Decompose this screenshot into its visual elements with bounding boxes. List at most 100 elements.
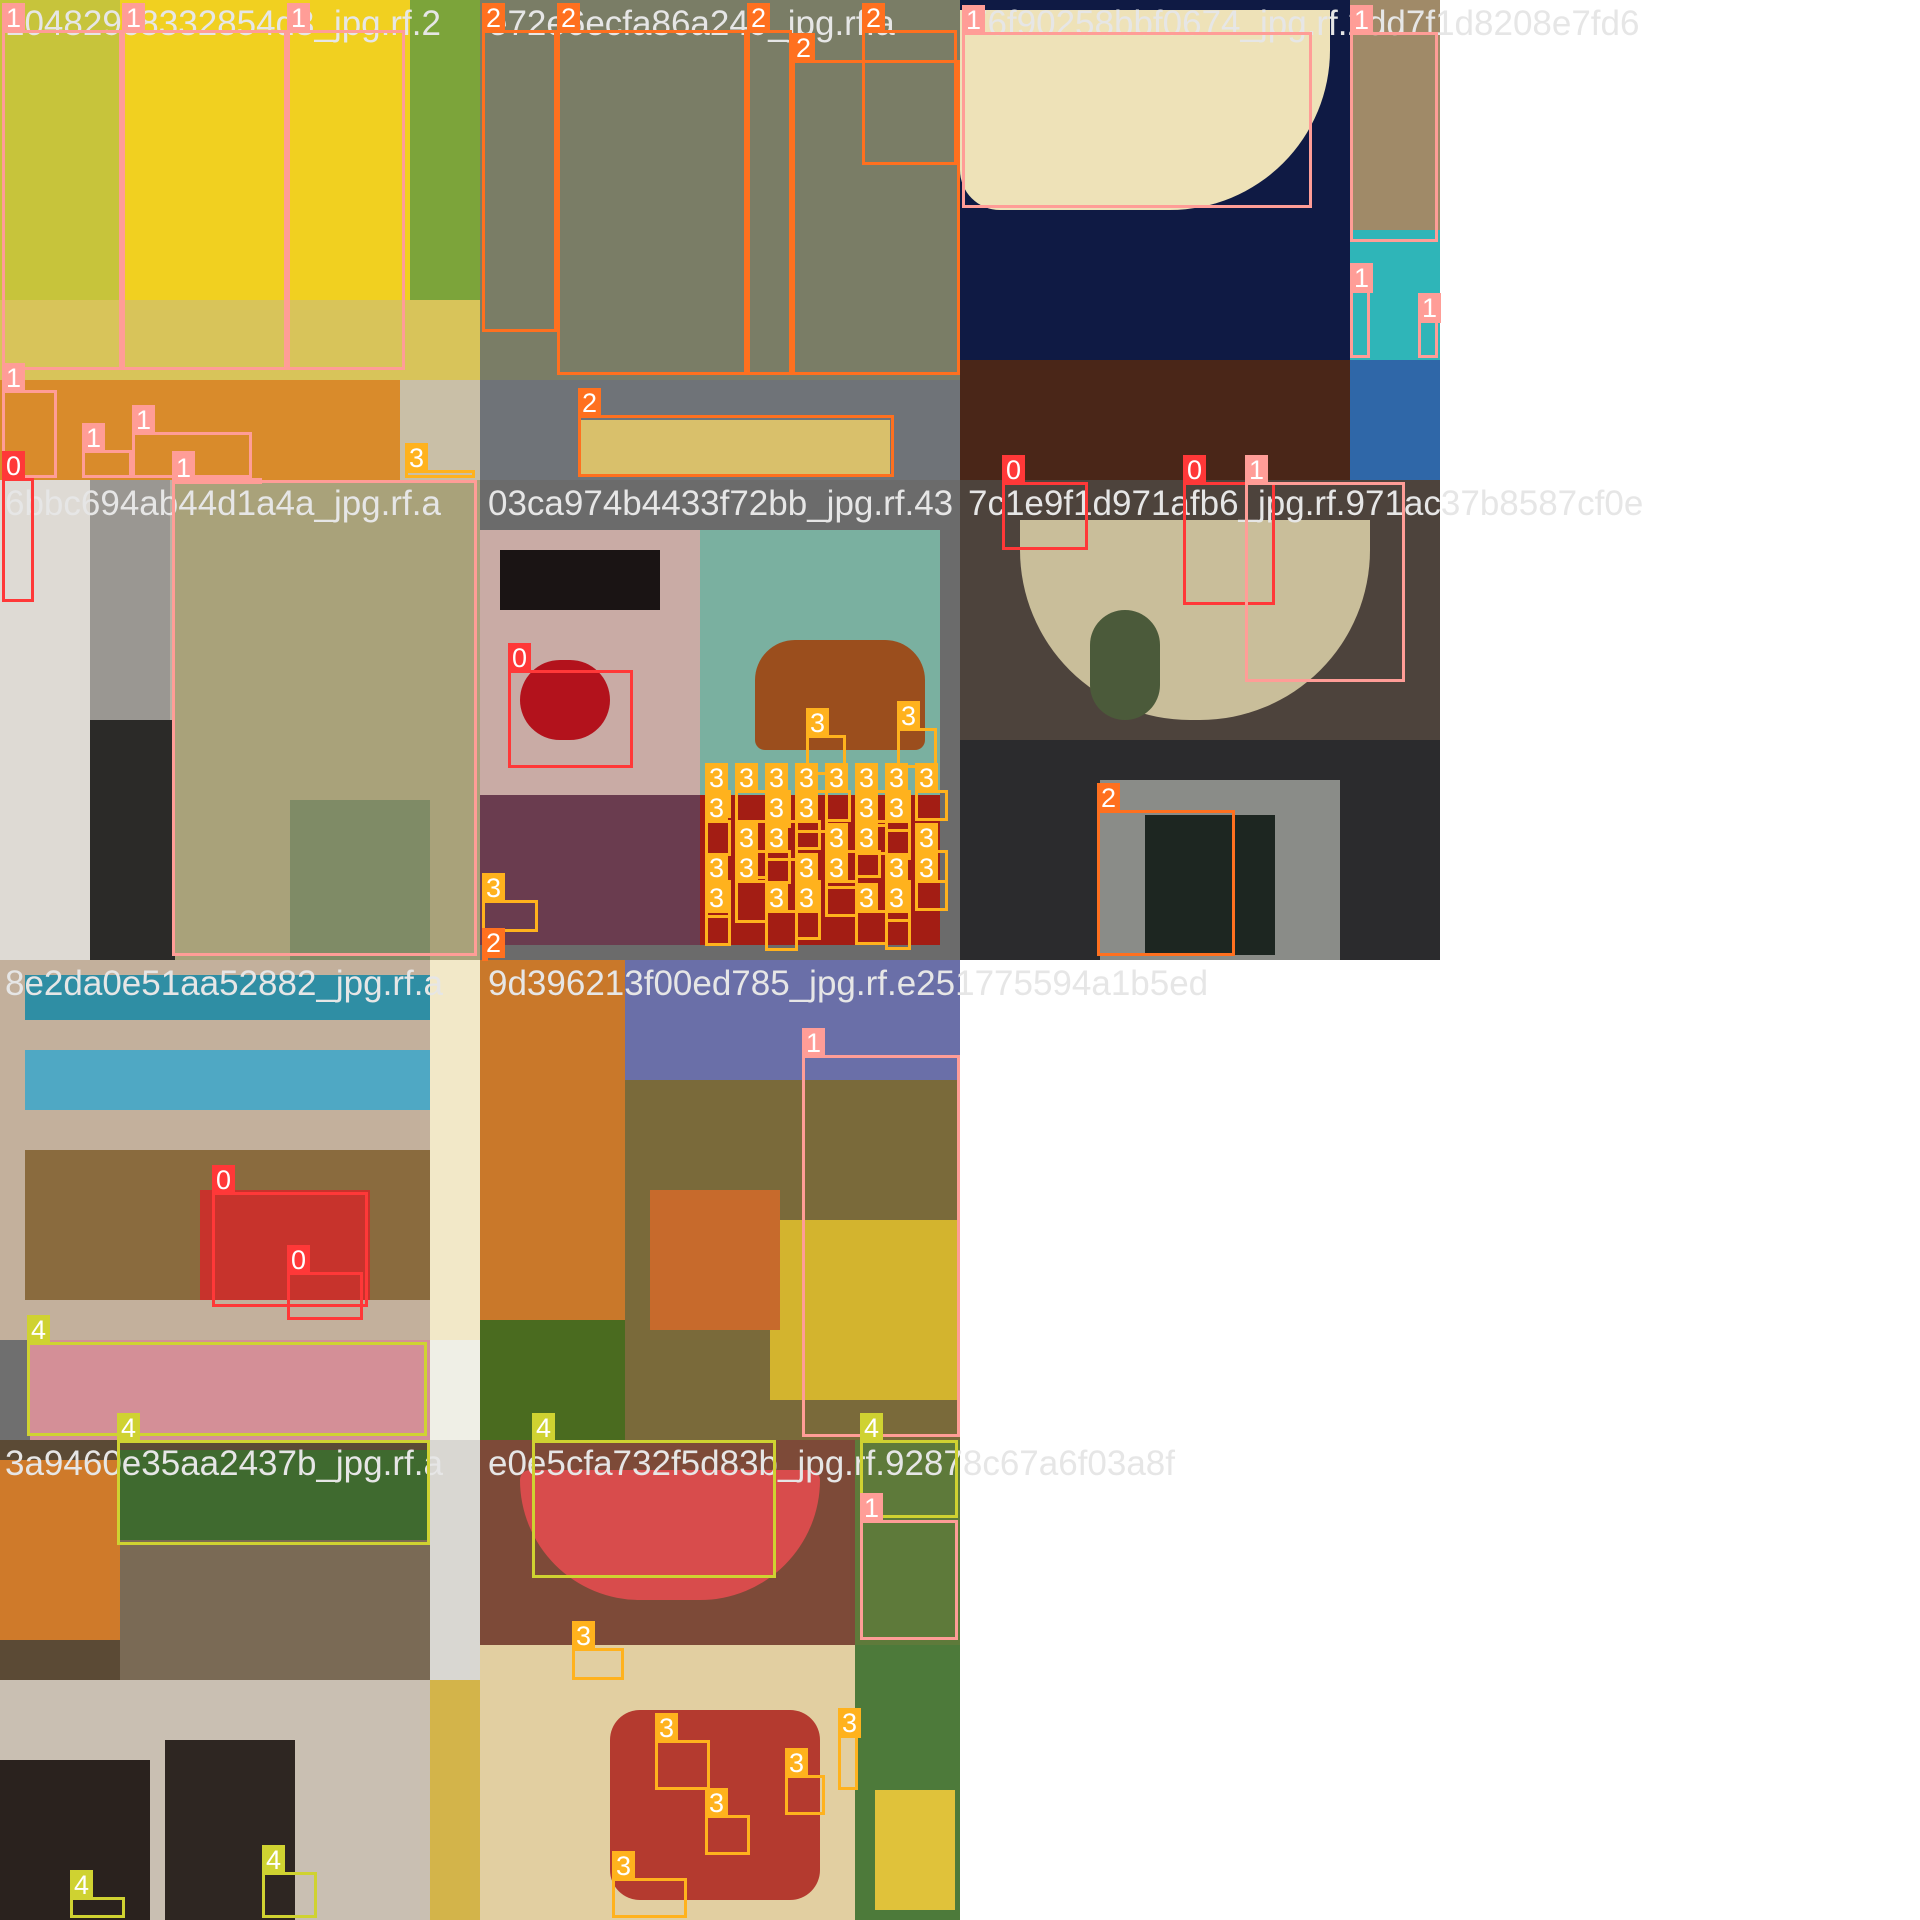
bounding-box: 4 xyxy=(262,1845,317,1918)
bounding-box: 2 xyxy=(578,388,894,477)
class-label: 3 xyxy=(825,823,849,853)
class-label: 3 xyxy=(855,883,879,913)
class-label: 3 xyxy=(765,883,789,913)
bounding-box: 3 xyxy=(405,443,475,478)
class-label: 1 xyxy=(172,453,196,483)
class-label: 3 xyxy=(897,701,921,731)
class-label: 3 xyxy=(572,1621,596,1651)
bounding-box: 3 xyxy=(897,701,937,768)
avocado-photo xyxy=(1090,610,1160,720)
class-label: 3 xyxy=(405,443,429,473)
class-label: 0 xyxy=(212,1165,236,1195)
class-label: 3 xyxy=(885,853,909,883)
photo xyxy=(0,1340,30,1440)
photo xyxy=(1350,360,1440,480)
photo xyxy=(430,960,480,1340)
class-label: 3 xyxy=(825,853,849,883)
image-filename: 03ca974b4433f72bb_jpg.rf.43 xyxy=(488,484,954,523)
bounding-box: 1 xyxy=(1245,455,1405,682)
class-label: 2 xyxy=(747,3,771,33)
class-label: 3 xyxy=(885,883,909,913)
bounding-box: 1 xyxy=(1350,5,1438,242)
bounding-box: 3 xyxy=(795,793,821,850)
class-label: 3 xyxy=(855,823,879,853)
mango-photo xyxy=(650,1190,780,1330)
bounding-box: 2 xyxy=(482,3,557,332)
image-filename: 9d396213f00ed785_jpg.rf.e251775594a1b5ed xyxy=(488,964,1209,1003)
class-label: 3 xyxy=(765,763,789,793)
bounding-box: 3 xyxy=(612,1851,687,1918)
class-label: 2 xyxy=(482,928,506,958)
class-label: 1 xyxy=(1245,455,1269,485)
bounding-box: 3 xyxy=(735,763,768,823)
class-label: 3 xyxy=(705,883,729,913)
bounding-box: 3 xyxy=(795,883,821,940)
class-label: 3 xyxy=(795,793,819,823)
bounding-box: 3 xyxy=(825,763,851,822)
class-label: 3 xyxy=(838,1708,862,1738)
mosaic-tile-empty xyxy=(1440,1440,1920,1920)
class-label: 3 xyxy=(885,793,909,823)
bounding-box: 4 xyxy=(70,1870,125,1918)
pineapple-skin-photo xyxy=(480,960,625,1320)
class-label: 2 xyxy=(1097,783,1121,813)
bounding-box: 1 xyxy=(122,3,287,370)
bounding-box: 1 xyxy=(2,3,122,370)
bounding-box: 3 xyxy=(705,883,731,946)
melon-photo xyxy=(0,1460,120,1640)
bounding-box: 3 xyxy=(572,1621,624,1680)
bounding-box: 0 xyxy=(508,643,633,768)
class-label: 3 xyxy=(915,763,939,793)
class-label: 1 xyxy=(802,1028,826,1058)
class-label: 3 xyxy=(806,708,830,738)
class-label: 1 xyxy=(132,405,156,435)
bounding-box: 1 xyxy=(1418,293,1442,358)
bounding-box: 3 xyxy=(765,883,798,951)
bounding-box: 3 xyxy=(735,853,768,923)
class-label: 1 xyxy=(1350,5,1374,35)
bounding-box: 4 xyxy=(27,1315,427,1436)
crate-photo xyxy=(120,1540,430,1680)
class-label: 3 xyxy=(765,823,789,853)
class-label: 3 xyxy=(765,793,789,823)
lemons-photo xyxy=(875,1790,955,1910)
class-label: 1 xyxy=(2,363,26,393)
class-label: 3 xyxy=(825,763,849,793)
class-label: 0 xyxy=(1183,455,1207,485)
class-label: 4 xyxy=(262,1845,286,1875)
class-label: 1 xyxy=(82,423,106,453)
bounding-box: 3 xyxy=(915,853,948,911)
bounding-box: 4 xyxy=(532,1413,776,1578)
image-filename: 8e2da0e51aa52882_jpg.rf.a xyxy=(5,964,443,1003)
mosaic-tile-empty xyxy=(1440,0,1920,480)
class-label: 4 xyxy=(860,1413,884,1443)
class-label: 3 xyxy=(915,853,939,883)
class-label: 3 xyxy=(785,1748,809,1778)
class-label: 1 xyxy=(1350,263,1374,293)
bounding-box: 0 xyxy=(1002,455,1088,550)
class-label: 2 xyxy=(557,3,581,33)
person-photo xyxy=(90,720,175,960)
bounding-box: 3 xyxy=(765,823,791,884)
class-label: 1 xyxy=(287,3,311,33)
bounding-box: 2 xyxy=(1097,783,1235,956)
class-label: 0 xyxy=(508,643,532,673)
bounding-box: 1 xyxy=(962,5,1312,208)
mosaic-tile-empty xyxy=(1440,960,1920,1440)
class-label: 3 xyxy=(612,1851,636,1881)
bounding-box: 2 xyxy=(557,3,747,375)
bounding-box: 2 xyxy=(792,33,960,375)
class-label: 3 xyxy=(735,823,759,853)
class-label: 1 xyxy=(860,1493,884,1523)
bounding-box: 3 xyxy=(885,883,911,950)
class-label: 3 xyxy=(795,853,819,883)
class-label: 3 xyxy=(735,853,759,883)
class-label: 3 xyxy=(795,883,819,913)
class-label: 0 xyxy=(1002,455,1026,485)
class-label: 2 xyxy=(482,3,506,33)
class-label: 0 xyxy=(287,1245,311,1275)
class-label: 1 xyxy=(122,3,146,33)
bounding-box: 1 xyxy=(172,453,477,956)
class-label: 3 xyxy=(705,853,729,883)
class-label: 2 xyxy=(578,388,602,418)
